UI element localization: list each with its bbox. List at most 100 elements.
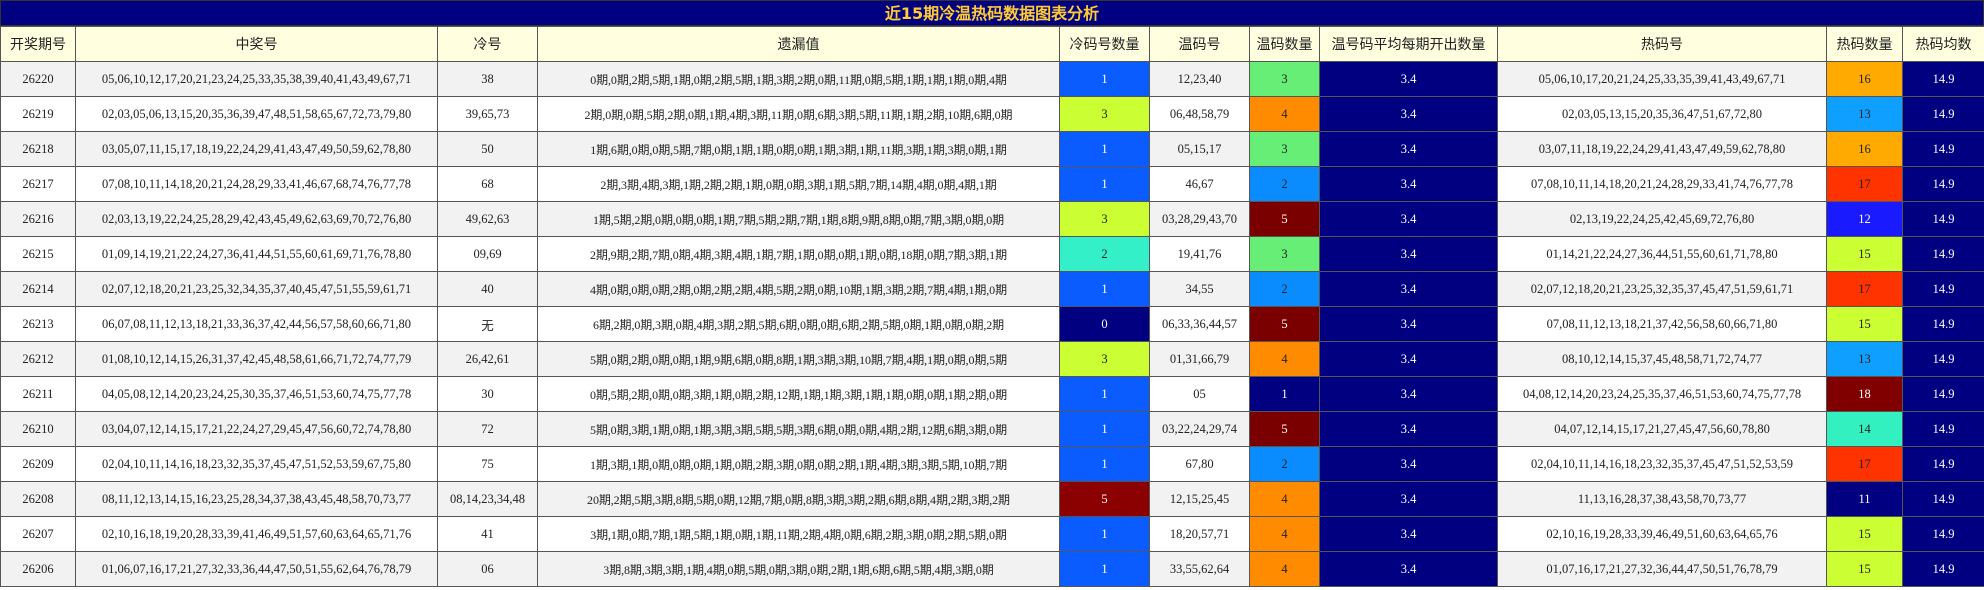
missing-values-cell: 0期,0期,2期,5期,1期,0期,2期,5期,1期,3期,2期,0期,11期,…: [537, 61, 1060, 97]
hot-avg-cell: 14.9: [1902, 446, 1984, 482]
hot-avg-cell: 14.9: [1902, 481, 1984, 517]
winning-numbers-cell: 03,05,07,11,15,17,18,19,22,24,29,41,43,4…: [75, 131, 438, 167]
hot-avg-cell: 14.9: [1902, 236, 1984, 272]
missing-values-cell: 6期,2期,0期,3期,0期,4期,3期,2期,5期,6期,0期,0期,6期,2…: [537, 306, 1060, 342]
hot-numbers-cell: 03,07,11,18,19,22,24,29,41,43,47,49,59,6…: [1497, 131, 1827, 167]
table-row: 26209 02,04,10,11,14,16,18,23,32,35,37,45…: [0, 446, 1984, 482]
table-row: 26212 01,08,10,12,14,15,26,31,37,42,45,48…: [0, 341, 1984, 377]
hot-count-cell: 15: [1826, 516, 1903, 552]
missing-values-cell: 0期,5期,2期,0期,0期,3期,1期,0期,2期,12期,1期,1期,3期,…: [537, 376, 1060, 412]
table-row: 26215 01,09,14,19,21,22,24,27,36,41,44,51…: [0, 236, 1984, 272]
cold-numbers-cell: 06: [437, 551, 538, 587]
table-row: 26208 08,11,12,13,14,15,16,23,25,28,34,37…: [0, 481, 1984, 517]
warm-numbers-cell: 46,67: [1149, 166, 1250, 202]
warm-count-cell: 4: [1249, 341, 1320, 377]
winning-numbers-cell: 07,08,10,11,14,18,20,21,24,28,29,33,41,4…: [75, 166, 438, 202]
warm-avg-cell: 3.4: [1319, 341, 1498, 377]
table-row: 26218 03,05,07,11,15,17,18,19,22,24,29,41…: [0, 131, 1984, 167]
issue-cell: 26209: [0, 446, 76, 482]
table-row: 26216 02,03,13,19,22,24,25,28,29,42,43,45…: [0, 201, 1984, 237]
missing-values-cell: 2期,3期,4期,3期,1期,2期,2期,1期,0期,0期,3期,1期,5期,7…: [537, 166, 1060, 202]
issue-cell: 26211: [0, 376, 76, 412]
hot-avg-cell: 14.9: [1902, 341, 1984, 377]
hot-numbers-cell: 04,08,12,14,20,23,24,25,35,37,46,51,53,6…: [1497, 376, 1827, 412]
winning-numbers-cell: 05,06,10,12,17,20,21,23,24,25,33,35,38,3…: [75, 61, 438, 97]
cold-count-cell: 3: [1059, 96, 1150, 132]
hot-count-cell: 18: [1826, 376, 1903, 412]
winning-numbers-cell: 08,11,12,13,14,15,16,23,25,28,34,37,38,4…: [75, 481, 438, 517]
hot-count-cell: 17: [1826, 446, 1903, 482]
table-row: 26213 06,07,08,11,12,13,18,21,33,36,37,42…: [0, 306, 1984, 342]
warm-avg-cell: 3.4: [1319, 516, 1498, 552]
cold-count-cell: 0: [1059, 306, 1150, 342]
winning-numbers-cell: 02,07,12,18,20,21,23,25,32,34,35,37,40,4…: [75, 271, 438, 307]
winning-numbers-cell: 04,05,08,12,14,20,23,24,25,30,35,37,46,5…: [75, 376, 438, 412]
issue-cell: 26218: [0, 131, 76, 167]
hot-avg-cell: 14.9: [1902, 131, 1984, 167]
winning-numbers-cell: 02,03,05,06,13,15,20,35,36,39,47,48,51,5…: [75, 96, 438, 132]
header-row: 开奖期号 中奖号 冷号 遗漏值 冷码号数量 温码号 温码数量 温号码平均每期开出…: [0, 26, 1984, 62]
winning-numbers-cell: 01,08,10,12,14,15,26,31,37,42,45,48,58,6…: [75, 341, 438, 377]
cold-numbers-cell: 30: [437, 376, 538, 412]
cold-numbers-cell: 72: [437, 411, 538, 447]
cold-numbers-cell: 75: [437, 446, 538, 482]
missing-values-cell: 1期,3期,1期,0期,0期,0期,1期,0期,2期,3期,0期,0期,2期,1…: [537, 446, 1060, 482]
header-issue: 开奖期号: [0, 26, 76, 62]
header-hot-avg: 热码均数: [1902, 26, 1984, 62]
hot-count-cell: 16: [1826, 131, 1903, 167]
warm-numbers-cell: 18,20,57,71: [1149, 516, 1250, 552]
warm-numbers-cell: 12,23,40: [1149, 61, 1250, 97]
winning-numbers-cell: 06,07,08,11,12,13,18,21,33,36,37,42,44,5…: [75, 306, 438, 342]
cold-count-cell: 5: [1059, 481, 1150, 517]
warm-count-cell: 4: [1249, 551, 1320, 587]
warm-avg-cell: 3.4: [1319, 236, 1498, 272]
hot-avg-cell: 14.9: [1902, 96, 1984, 132]
warm-avg-cell: 3.4: [1319, 376, 1498, 412]
issue-cell: 26210: [0, 411, 76, 447]
warm-count-cell: 4: [1249, 96, 1320, 132]
missing-values-cell: 5期,0期,2期,0期,0期,1期,9期,6期,0期,8期,1期,3期,3期,1…: [537, 341, 1060, 377]
issue-cell: 26220: [0, 61, 76, 97]
cold-numbers-cell: 41: [437, 516, 538, 552]
hot-count-cell: 11: [1826, 481, 1903, 517]
hot-count-cell: 17: [1826, 166, 1903, 202]
issue-cell: 26213: [0, 306, 76, 342]
warm-numbers-cell: 12,15,25,45: [1149, 481, 1250, 517]
cold-count-cell: 3: [1059, 201, 1150, 237]
cold-count-cell: 1: [1059, 411, 1150, 447]
warm-count-cell: 4: [1249, 481, 1320, 517]
cold-count-cell: 1: [1059, 61, 1150, 97]
warm-numbers-cell: 05: [1149, 376, 1250, 412]
hot-numbers-cell: 02,13,19,22,24,25,42,45,69,72,76,80: [1497, 201, 1827, 237]
table-row: 26220 05,06,10,12,17,20,21,23,24,25,33,35…: [0, 61, 1984, 97]
winning-numbers-cell: 02,04,10,11,14,16,18,23,32,35,37,45,47,5…: [75, 446, 438, 482]
table-body: 26220 05,06,10,12,17,20,21,23,24,25,33,35…: [0, 61, 1984, 587]
warm-count-cell: 1: [1249, 376, 1320, 412]
warm-count-cell: 5: [1249, 201, 1320, 237]
warm-avg-cell: 3.4: [1319, 481, 1498, 517]
issue-cell: 26217: [0, 166, 76, 202]
chart-panel: 近15期冷温热码数据图表分析 开奖期号 中奖号 冷号 遗漏值 冷码号数量 温码号…: [0, 0, 1984, 587]
hot-count-cell: 17: [1826, 271, 1903, 307]
warm-avg-cell: 3.4: [1319, 306, 1498, 342]
hot-numbers-cell: 04,07,12,14,15,17,21,27,45,47,56,60,78,8…: [1497, 411, 1827, 447]
issue-cell: 26219: [0, 96, 76, 132]
warm-count-cell: 4: [1249, 516, 1320, 552]
hot-numbers-cell: 07,08,10,11,14,18,20,21,24,28,29,33,41,7…: [1497, 166, 1827, 202]
header-hot-count: 热码数量: [1826, 26, 1903, 62]
warm-numbers-cell: 01,31,66,79: [1149, 341, 1250, 377]
cold-numbers-cell: 68: [437, 166, 538, 202]
hot-count-cell: 13: [1826, 96, 1903, 132]
missing-values-cell: 2期,9期,2期,7期,0期,4期,3期,4期,1期,7期,1期,0期,0期,1…: [537, 236, 1060, 272]
hot-numbers-cell: 02,04,10,11,14,16,18,23,32,35,37,45,47,5…: [1497, 446, 1827, 482]
hot-avg-cell: 14.9: [1902, 411, 1984, 447]
warm-avg-cell: 3.4: [1319, 61, 1498, 97]
winning-numbers-cell: 01,06,07,16,17,21,27,32,33,36,44,47,50,5…: [75, 551, 438, 587]
warm-numbers-cell: 33,55,62,64: [1149, 551, 1250, 587]
cold-numbers-cell: 39,65,73: [437, 96, 538, 132]
table-row: 26210 03,04,07,12,14,15,17,21,22,24,27,29…: [0, 411, 1984, 447]
warm-numbers-cell: 03,22,24,29,74: [1149, 411, 1250, 447]
winning-numbers-cell: 01,09,14,19,21,22,24,27,36,41,44,51,55,6…: [75, 236, 438, 272]
hot-numbers-cell: 11,13,16,28,37,38,43,58,70,73,77: [1497, 481, 1827, 517]
hot-avg-cell: 14.9: [1902, 376, 1984, 412]
